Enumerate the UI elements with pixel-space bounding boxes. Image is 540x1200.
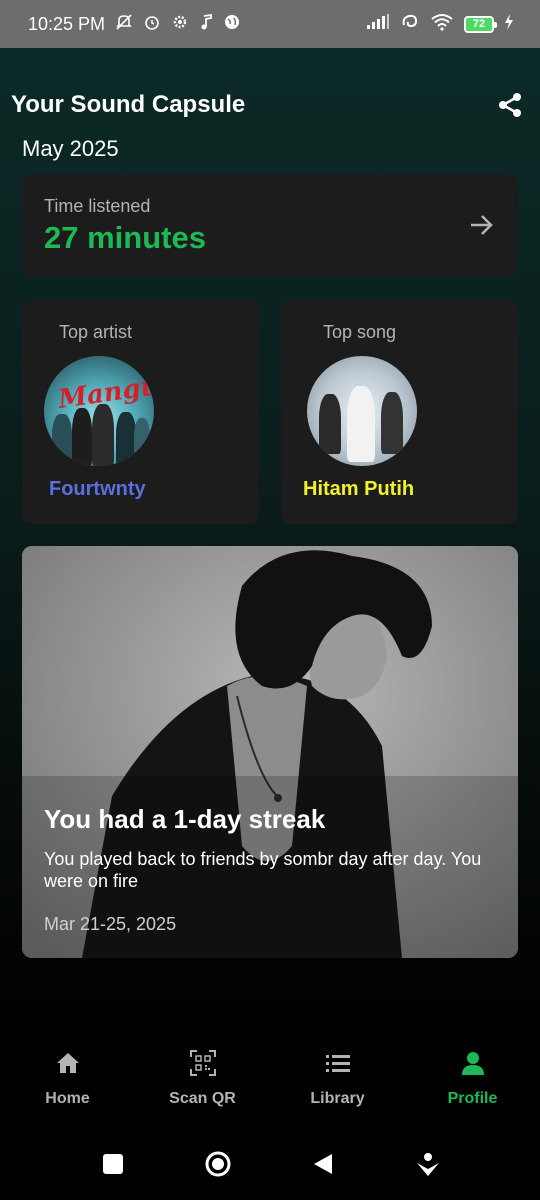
top-song-cover (307, 356, 417, 466)
nav-home-label: Home (45, 1090, 90, 1107)
cover-figure (319, 394, 341, 454)
nav-scan-qr-label: Scan QR (169, 1090, 236, 1107)
time-listened-value: 27 minutes (44, 220, 206, 255)
home-icon (53, 1048, 83, 1078)
cover-figure (92, 404, 114, 466)
time-listened-label: Time listened (44, 196, 151, 216)
streak-photo (22, 546, 518, 958)
status-time: 10:25 PM (28, 13, 106, 34)
bottom-navigation: Home Scan QR Library Profile (0, 1028, 540, 1128)
page-title: Your Sound Capsule (11, 91, 246, 118)
nav-profile-label: Profile (447, 1090, 498, 1107)
nav-scan-qr[interactable]: Scan QR (135, 1048, 270, 1108)
cover-figure (134, 418, 150, 466)
sync-icon (400, 13, 420, 35)
arrow-right-icon[interactable] (468, 212, 494, 243)
top-artist-avatar: Mangu (44, 356, 154, 466)
streak-card[interactable]: You had a 1-day streak You played back t… (22, 546, 518, 958)
charging-icon (504, 14, 514, 34)
qr-icon (188, 1048, 218, 1078)
profile-icon (458, 1048, 488, 1078)
share-icon[interactable] (493, 88, 527, 122)
home-button[interactable] (198, 1144, 238, 1184)
globe-icon (223, 13, 241, 36)
cover-figure (347, 386, 375, 462)
status-bar: 10:25 PM 72 (0, 0, 540, 48)
status-right: 72 (366, 13, 514, 35)
system-navigation (0, 1128, 540, 1200)
battery-indicator: 72 (464, 15, 497, 33)
top-song-card[interactable]: Top song Hitam Putih (281, 300, 518, 524)
back-button[interactable] (303, 1144, 343, 1184)
cover-figure (52, 414, 72, 466)
top-artist-card[interactable]: Top artist Mangu Fourtwnty (22, 300, 259, 524)
music-note-icon (199, 13, 213, 36)
streak-description: You played back to friends by sombr day … (44, 849, 482, 891)
library-icon (323, 1048, 353, 1078)
top-artist-name: Fourtwnty (49, 478, 146, 500)
wifi-icon (430, 13, 454, 35)
recents-button[interactable] (93, 1144, 133, 1184)
streak-date: Mar 21-25, 2025 (44, 914, 177, 934)
top-song-label: Top song (323, 322, 397, 342)
alarm-icon (143, 13, 161, 36)
mute-icon (115, 13, 133, 36)
nav-library-label: Library (310, 1090, 365, 1107)
time-listened-card[interactable]: Time listened 27 minutes (22, 174, 518, 277)
cover-figure (381, 392, 403, 454)
header: Your Sound Capsule (11, 88, 527, 122)
cover-figure (72, 408, 92, 466)
period-label: May 2025 (22, 136, 119, 161)
cover-figure (116, 412, 136, 466)
top-artist-label: Top artist (59, 322, 133, 342)
signal-icon (366, 14, 390, 34)
top-song-name: Hitam Putih (303, 478, 415, 500)
nav-profile[interactable]: Profile (405, 1048, 540, 1108)
sound-capsule-screen: Your Sound Capsule May 2025 Time listene… (0, 48, 540, 1028)
nav-home[interactable]: Home (0, 1048, 135, 1108)
gear-icon (171, 13, 189, 36)
assistant-button[interactable] (408, 1144, 448, 1184)
nav-library[interactable]: Library (270, 1048, 405, 1108)
streak-title: You had a 1-day streak (44, 804, 326, 834)
status-left: 10:25 PM (28, 13, 241, 36)
